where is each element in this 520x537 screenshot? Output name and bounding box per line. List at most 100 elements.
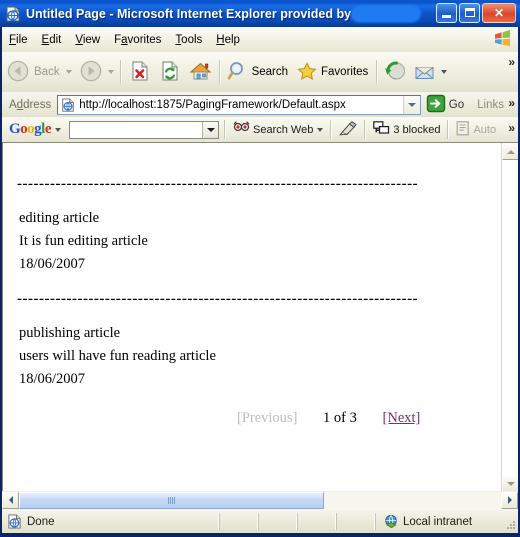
close-button[interactable]: ✕ — [482, 3, 516, 23]
home-button[interactable] — [185, 55, 216, 89]
status-pane — [297, 513, 336, 530]
status-pane — [219, 513, 258, 530]
google-highlight-button[interactable] — [337, 120, 359, 139]
article-item: publishing article users will have fun r… — [17, 308, 491, 403]
popup-blocked-icon — [373, 121, 390, 138]
refresh-icon — [158, 59, 182, 86]
go-label: Go — [448, 98, 465, 111]
minimize-button[interactable] — [436, 3, 457, 23]
google-separator — [330, 120, 333, 139]
address-url-text[interactable]: http://localhost:1875/PagingFramework/De… — [75, 99, 403, 111]
google-search-web-chevron-icon[interactable] — [317, 127, 324, 132]
chevron-down-icon — [506, 481, 515, 486]
title-bar: Untitled Page - Microsoft Internet Explo… — [0, 0, 520, 27]
google-separator — [224, 120, 227, 139]
article-date: 18/06/2007 — [19, 256, 86, 272]
scroll-right-button[interactable] — [501, 491, 518, 509]
history-button[interactable] — [381, 55, 410, 89]
horizontal-scrollbar[interactable] — [2, 491, 518, 509]
menu-item-tools[interactable]: Tools — [168, 32, 209, 48]
article-item: editing article It is fun editing articl… — [17, 193, 491, 288]
address-overflow-chevron[interactable]: » — [508, 97, 515, 109]
chevron-down-icon — [407, 102, 416, 107]
status-pane — [336, 513, 375, 530]
window-controls: ✕ — [436, 3, 516, 23]
stop-button[interactable] — [125, 55, 155, 89]
chevron-down-icon — [206, 127, 215, 132]
google-separator — [447, 120, 450, 139]
scroll-up-button[interactable] — [502, 143, 518, 160]
go-icon — [426, 94, 446, 116]
next-page-link[interactable]: [Next] — [383, 410, 421, 426]
scroll-down-button[interactable] — [502, 475, 518, 492]
menu-item-favorites[interactable]: Favorites — [107, 32, 168, 48]
star-icon — [296, 60, 318, 85]
web-page-document: ----------------------------------------… — [3, 143, 491, 492]
window-icon — [5, 6, 21, 22]
google-popup-blocker-button[interactable]: 3 blocked — [371, 121, 442, 138]
google-search-dropdown[interactable] — [202, 121, 219, 138]
back-icon — [5, 58, 31, 87]
back-label: Back — [34, 66, 60, 78]
google-overflow-chevron[interactable]: » — [508, 122, 515, 134]
menu-item-file[interactable]: File — [2, 32, 35, 48]
back-button[interactable]: Back — [2, 55, 75, 89]
menu-item-view[interactable]: View — [68, 32, 107, 48]
forward-dropdown-icon[interactable] — [107, 70, 114, 74]
search-icon — [227, 60, 249, 85]
mail-icon — [413, 61, 437, 84]
previous-page-link: [Previous] — [237, 410, 298, 426]
back-dropdown-icon[interactable] — [65, 70, 72, 74]
maximize-button[interactable] — [459, 3, 480, 23]
search-button[interactable]: Search — [224, 55, 293, 89]
refresh-button[interactable] — [155, 55, 185, 89]
status-pane — [258, 513, 297, 530]
mail-dropdown-icon[interactable] — [441, 70, 448, 74]
go-button[interactable]: Go — [421, 94, 468, 116]
menu-item-edit[interactable]: Edit — [35, 32, 69, 48]
security-zone-indicator[interactable]: Local intranet — [375, 513, 518, 530]
toolbar-separator — [376, 60, 379, 84]
google-separator — [364, 120, 367, 139]
highlighter-icon — [339, 120, 358, 139]
horizontal-scroll-track[interactable] — [19, 491, 501, 509]
google-search-input[interactable] — [69, 120, 220, 139]
resize-grip-icon[interactable] — [504, 519, 516, 531]
forward-button[interactable] — [75, 55, 117, 89]
google-autofill-button[interactable]: Auto — [454, 120, 498, 139]
article-title: editing article — [19, 210, 100, 226]
pagination-controls: [Previous] 1 of 3 [Next] — [17, 407, 491, 430]
toolbar-overflow-chevron[interactable]: » — [508, 56, 515, 68]
google-logo: Google — [9, 121, 52, 137]
article-body: users will have fun reading article — [19, 348, 216, 364]
status-text: Done — [27, 515, 55, 528]
close-icon: ✕ — [493, 6, 505, 20]
vertical-scrollbar[interactable] — [501, 143, 518, 492]
favorites-button[interactable]: Favorites — [293, 55, 373, 89]
horizontal-scroll-thumb[interactable] — [19, 491, 324, 509]
address-dropdown-button[interactable] — [402, 95, 420, 114]
page-icon — [61, 97, 75, 112]
google-search-web-label: Search Web — [253, 123, 314, 136]
status-bar: Done Local intranet — [2, 509, 518, 533]
google-toolbar: Google Search Web 3 blocked Auto » — [2, 117, 518, 142]
article-title: publishing article — [19, 325, 121, 341]
scroll-left-button[interactable] — [2, 491, 19, 509]
separator-line-2: ----------------------------------------… — [17, 291, 419, 307]
google-search-web-button[interactable]: Search Web — [231, 120, 325, 139]
home-icon — [188, 59, 213, 86]
address-input[interactable]: http://localhost:1875/PagingFramework/De… — [57, 94, 421, 115]
menu-item-help[interactable]: Help — [209, 32, 247, 48]
google-menu-chevron-icon[interactable] — [55, 127, 62, 132]
stop-icon — [128, 59, 152, 86]
address-bar: Address http://localhost:1875/PagingFram… — [2, 92, 518, 117]
chevron-left-icon — [8, 496, 13, 504]
favorites-label: Favorites — [321, 66, 369, 78]
toolbar-separator — [218, 60, 221, 84]
google-blocked-label: 3 blocked — [393, 123, 441, 136]
window-title: Untitled Page - Microsoft Internet Explo… — [26, 6, 420, 21]
article-date: 18/06/2007 — [19, 371, 86, 387]
menu-bar: File Edit View Favorites Tools Help — [2, 27, 518, 52]
page-counter: 1 of 3 — [323, 410, 357, 426]
mail-button[interactable] — [410, 55, 450, 89]
